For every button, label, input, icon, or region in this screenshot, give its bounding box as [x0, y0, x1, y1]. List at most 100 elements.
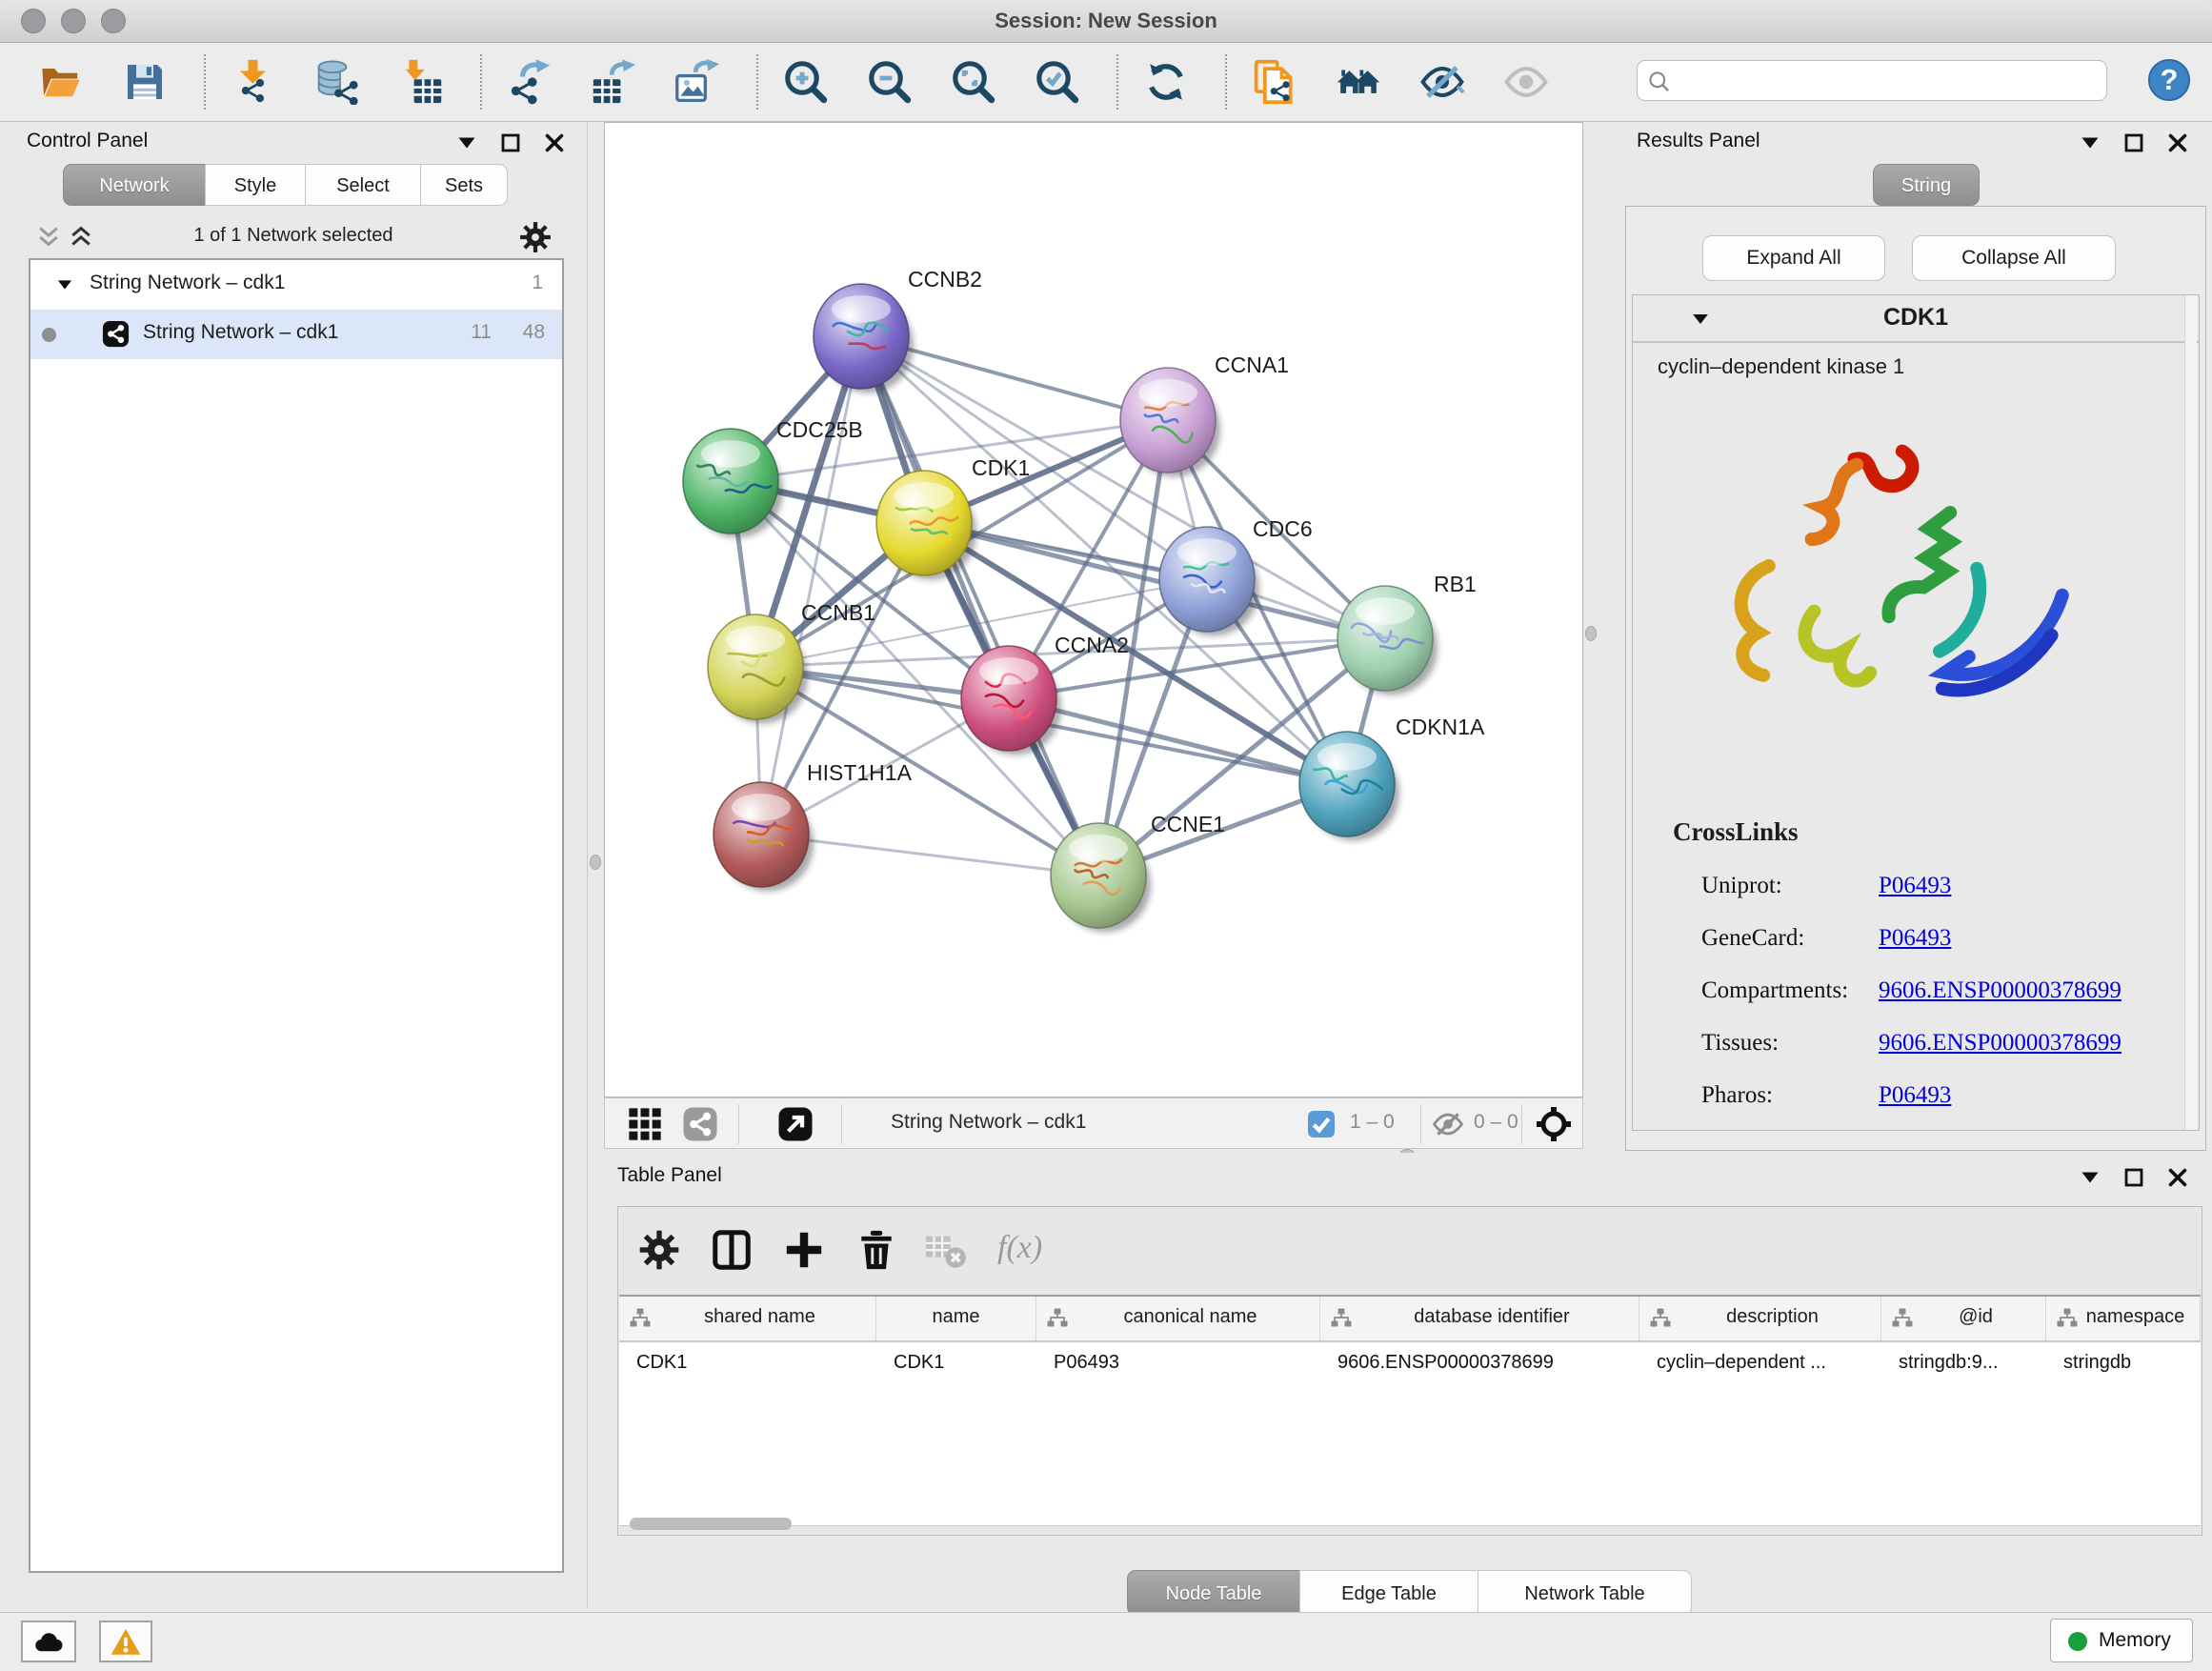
hide-selected-button[interactable] [1414, 52, 1473, 111]
vertical-splitter-right[interactable] [1585, 626, 1597, 641]
first-neighbors-button[interactable] [1137, 52, 1196, 111]
table-panel-collapse-icon[interactable] [2079, 1166, 2101, 1189]
tab-network[interactable]: Network [63, 164, 206, 206]
export-network-button[interactable] [501, 52, 560, 111]
crosslink-link[interactable]: P06493 [1879, 925, 1951, 952]
import-network-from-file-button[interactable] [225, 52, 284, 111]
show-columns-button[interactable] [710, 1228, 754, 1272]
zoom-fit-content-button[interactable] [945, 52, 1004, 111]
create-column-button[interactable] [782, 1228, 826, 1272]
network-node-CDC6[interactable]: CDC6 [1159, 516, 1313, 636]
string-protein-query-button[interactable] [1330, 52, 1389, 111]
new-network-from-selection-button[interactable] [1246, 52, 1305, 111]
detach-view-icon[interactable] [776, 1105, 814, 1143]
results-panel: Results Panel String Expand All Collapse… [1599, 122, 2212, 1153]
vertical-splitter-left[interactable] [590, 855, 601, 870]
grid-view-icon[interactable] [626, 1105, 664, 1143]
gene-header-row[interactable]: CDK1 [1633, 295, 2199, 343]
column-header-shared-name[interactable]: shared name [619, 1297, 876, 1340]
table-horizontal-scrollbar[interactable] [630, 1518, 792, 1530]
cloud-icon [32, 1626, 65, 1659]
network-graph[interactable]: CCNB2CCNA1CDC25BCDK1CDC6RB1CCNB1CCNA2CDK… [605, 123, 1582, 1097]
network-options-gear-icon[interactable] [518, 220, 553, 254]
table-settings-button[interactable] [637, 1228, 681, 1272]
open-session-button[interactable] [32, 52, 91, 111]
control-panel-float-icon[interactable] [499, 131, 522, 154]
import-table-from-file-button[interactable] [392, 52, 452, 111]
collapse-all-button[interactable]: Collapse All [1912, 235, 2116, 281]
column-header-description[interactable]: description [1639, 1297, 1881, 1340]
tab-node-table[interactable]: Node Table [1127, 1570, 1300, 1616]
plus-icon [782, 1228, 826, 1272]
results-scrollbar[interactable] [2184, 295, 2197, 1130]
crosslink-label: Compartments: [1701, 977, 1848, 1004]
table-panel-close-icon[interactable] [2166, 1166, 2189, 1189]
memory-button[interactable]: Memory [2050, 1619, 2193, 1662]
search-input[interactable] [1679, 63, 2099, 98]
warnings-button[interactable] [99, 1621, 152, 1662]
zoom-in-button[interactable] [777, 52, 836, 111]
network-node-RB1[interactable]: RB1 [1337, 572, 1477, 695]
export-image-button[interactable] [669, 52, 728, 111]
column-header-database-identifier[interactable]: database identifier [1320, 1297, 1639, 1340]
save-session-button[interactable] [116, 52, 175, 111]
tab-edge-table[interactable]: Edge Table [1299, 1570, 1478, 1616]
control-panel: Control Panel NetworkStyleSelectSets 1 o… [0, 122, 588, 1608]
string-results-box: Expand All Collapse All CDK1 cyclin–depe… [1625, 206, 2206, 1151]
share-network-icon[interactable] [681, 1105, 719, 1143]
results-panel-float-icon[interactable] [2122, 131, 2145, 154]
zoom-in-icon [783, 59, 829, 105]
cloud-button[interactable] [21, 1621, 76, 1662]
import-network-from-database-button[interactable] [309, 52, 368, 111]
control-panel-title: Control Panel [27, 130, 148, 152]
network-view[interactable]: CCNB2CCNA1CDC25BCDK1CDC6RB1CCNB1CCNA2CDK… [604, 122, 1583, 1097]
network-current-dot [42, 328, 56, 342]
tab-string[interactable]: String [1873, 164, 1980, 206]
control-panel-collapse-icon[interactable] [455, 131, 478, 154]
birds-eye-view-icon[interactable] [1535, 1105, 1573, 1143]
show-all-button [1498, 52, 1557, 111]
network-node-CCNB2[interactable]: CCNB2 [814, 267, 982, 393]
zoom-selected-button[interactable] [1029, 52, 1088, 111]
control-panel-close-icon[interactable] [543, 131, 566, 154]
selected-checkbox-icon[interactable] [1306, 1109, 1337, 1139]
table-panel-float-icon[interactable] [2122, 1166, 2145, 1189]
column-header-namespace[interactable]: namespace [2046, 1297, 2201, 1340]
tab-select[interactable]: Select [305, 164, 421, 206]
help-button[interactable] [2147, 58, 2191, 102]
protein-structure-image [1699, 394, 2100, 804]
delete-columns-button[interactable] [855, 1228, 898, 1272]
crosslink-link[interactable]: 9606.ENSP00000378699 [1879, 1030, 2122, 1057]
tab-network-table[interactable]: Network Table [1478, 1570, 1692, 1616]
results-panel-close-icon[interactable] [2166, 131, 2189, 154]
column-header-name[interactable]: name [876, 1297, 1036, 1340]
column-header-label: shared name [644, 1306, 875, 1328]
toolbar-separator [204, 54, 206, 110]
import-table-icon [398, 59, 444, 105]
table-tabs: Node TableEdge TableNetwork Table [1127, 1570, 1692, 1616]
crosslink-link[interactable]: P06493 [1879, 873, 1951, 899]
expand-all-button[interactable]: Expand All [1702, 235, 1885, 281]
network-node-HIST1H1A[interactable]: HIST1H1A [714, 760, 913, 892]
node-label-RB1: RB1 [1434, 572, 1477, 596]
table-row[interactable]: CDK1CDK1P064939606.ENSP00000378699cyclin… [619, 1342, 2201, 1386]
network-collection-row[interactable]: String Network – cdk1 1 [30, 260, 562, 310]
node-label-CDK1: CDK1 [972, 455, 1030, 480]
tab-style[interactable]: Style [205, 164, 306, 206]
network-row[interactable]: String Network – cdk1 11 48 [30, 310, 562, 359]
zoom-out-button[interactable] [861, 52, 920, 111]
collection-disclosure-icon[interactable] [55, 275, 74, 294]
export-table-button[interactable] [585, 52, 644, 111]
network-node-CDKN1A[interactable]: CDKN1A [1299, 715, 1485, 841]
network-node-CCNA1[interactable]: CCNA1 [1120, 352, 1289, 477]
column-header--id[interactable]: @id [1881, 1297, 2046, 1340]
search-box [1637, 60, 2107, 101]
tab-sets[interactable]: Sets [420, 164, 508, 206]
network-node-CCNE1[interactable]: CCNE1 [1051, 812, 1225, 933]
column-header-canonical-name[interactable]: canonical name [1036, 1297, 1320, 1340]
node-label-CCNB2: CCNB2 [908, 267, 982, 292]
crosslink-link[interactable]: P06493 [1879, 1082, 1951, 1109]
crosslink-link[interactable]: 9606.ENSP00000378699 [1879, 977, 2122, 1004]
hidden-eye-icon[interactable] [1432, 1108, 1464, 1140]
results-panel-collapse-icon[interactable] [2079, 131, 2101, 154]
